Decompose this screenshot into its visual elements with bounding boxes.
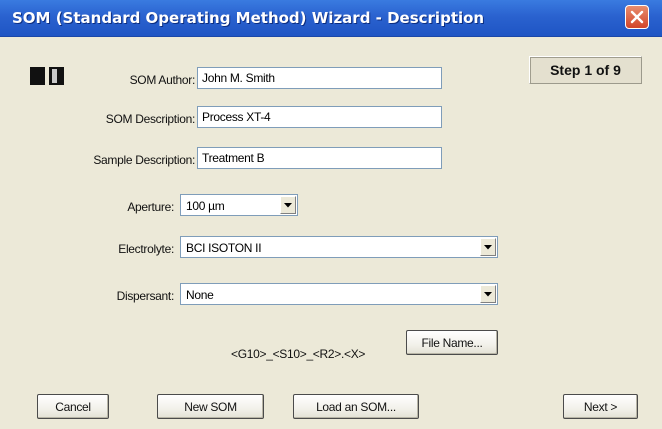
sample-description-field[interactable]: Treatment B (197, 147, 442, 169)
close-button[interactable] (625, 5, 649, 29)
dialog-body (0, 37, 662, 429)
chevron-down-icon (484, 292, 492, 297)
dispersant-dropdown-button[interactable] (480, 285, 496, 303)
load-som-button[interactable]: Load an SOM... (293, 394, 419, 419)
electrolyte-value: BCI ISOTON II (186, 241, 262, 255)
dispersant-select[interactable]: None (180, 283, 498, 305)
som-author-label: SOM Author: (129, 73, 196, 87)
electrolyte-select[interactable]: BCI ISOTON II (180, 236, 498, 258)
aperture-label: Aperture: (127, 200, 174, 214)
step-indicator: Step 1 of 9 (529, 56, 642, 84)
instrument-icon (30, 67, 64, 85)
electrolyte-dropdown-button[interactable] (480, 238, 496, 256)
cancel-button[interactable]: Cancel (37, 394, 109, 419)
sample-description-label: Sample Description: (93, 153, 195, 167)
dispersant-value: None (186, 288, 214, 302)
close-icon (630, 10, 644, 24)
aperture-select[interactable]: 100 µm (180, 194, 298, 216)
chevron-down-icon (484, 245, 492, 250)
aperture-dropdown-button[interactable] (280, 196, 296, 214)
file-name-button[interactable]: File Name... (406, 330, 498, 355)
new-som-button[interactable]: New SOM (157, 394, 264, 419)
next-button[interactable]: Next > (563, 394, 638, 419)
som-author-field[interactable]: John M. Smith (197, 67, 442, 89)
title-bar[interactable]: SOM (Standard Operating Method) Wizard -… (0, 0, 662, 37)
file-name-pattern: <G10>_<S10>_<R2>.<X> (231, 347, 366, 361)
window-title: SOM (Standard Operating Method) Wizard -… (12, 9, 485, 27)
som-description-label: SOM Description: (105, 112, 196, 126)
som-description-field[interactable]: Process XT-4 (197, 106, 442, 128)
aperture-value: 100 µm (186, 199, 225, 213)
electrolyte-label: Electrolyte: (118, 242, 174, 256)
dispersant-label: Dispersant: (116, 289, 175, 303)
chevron-down-icon (284, 203, 292, 208)
